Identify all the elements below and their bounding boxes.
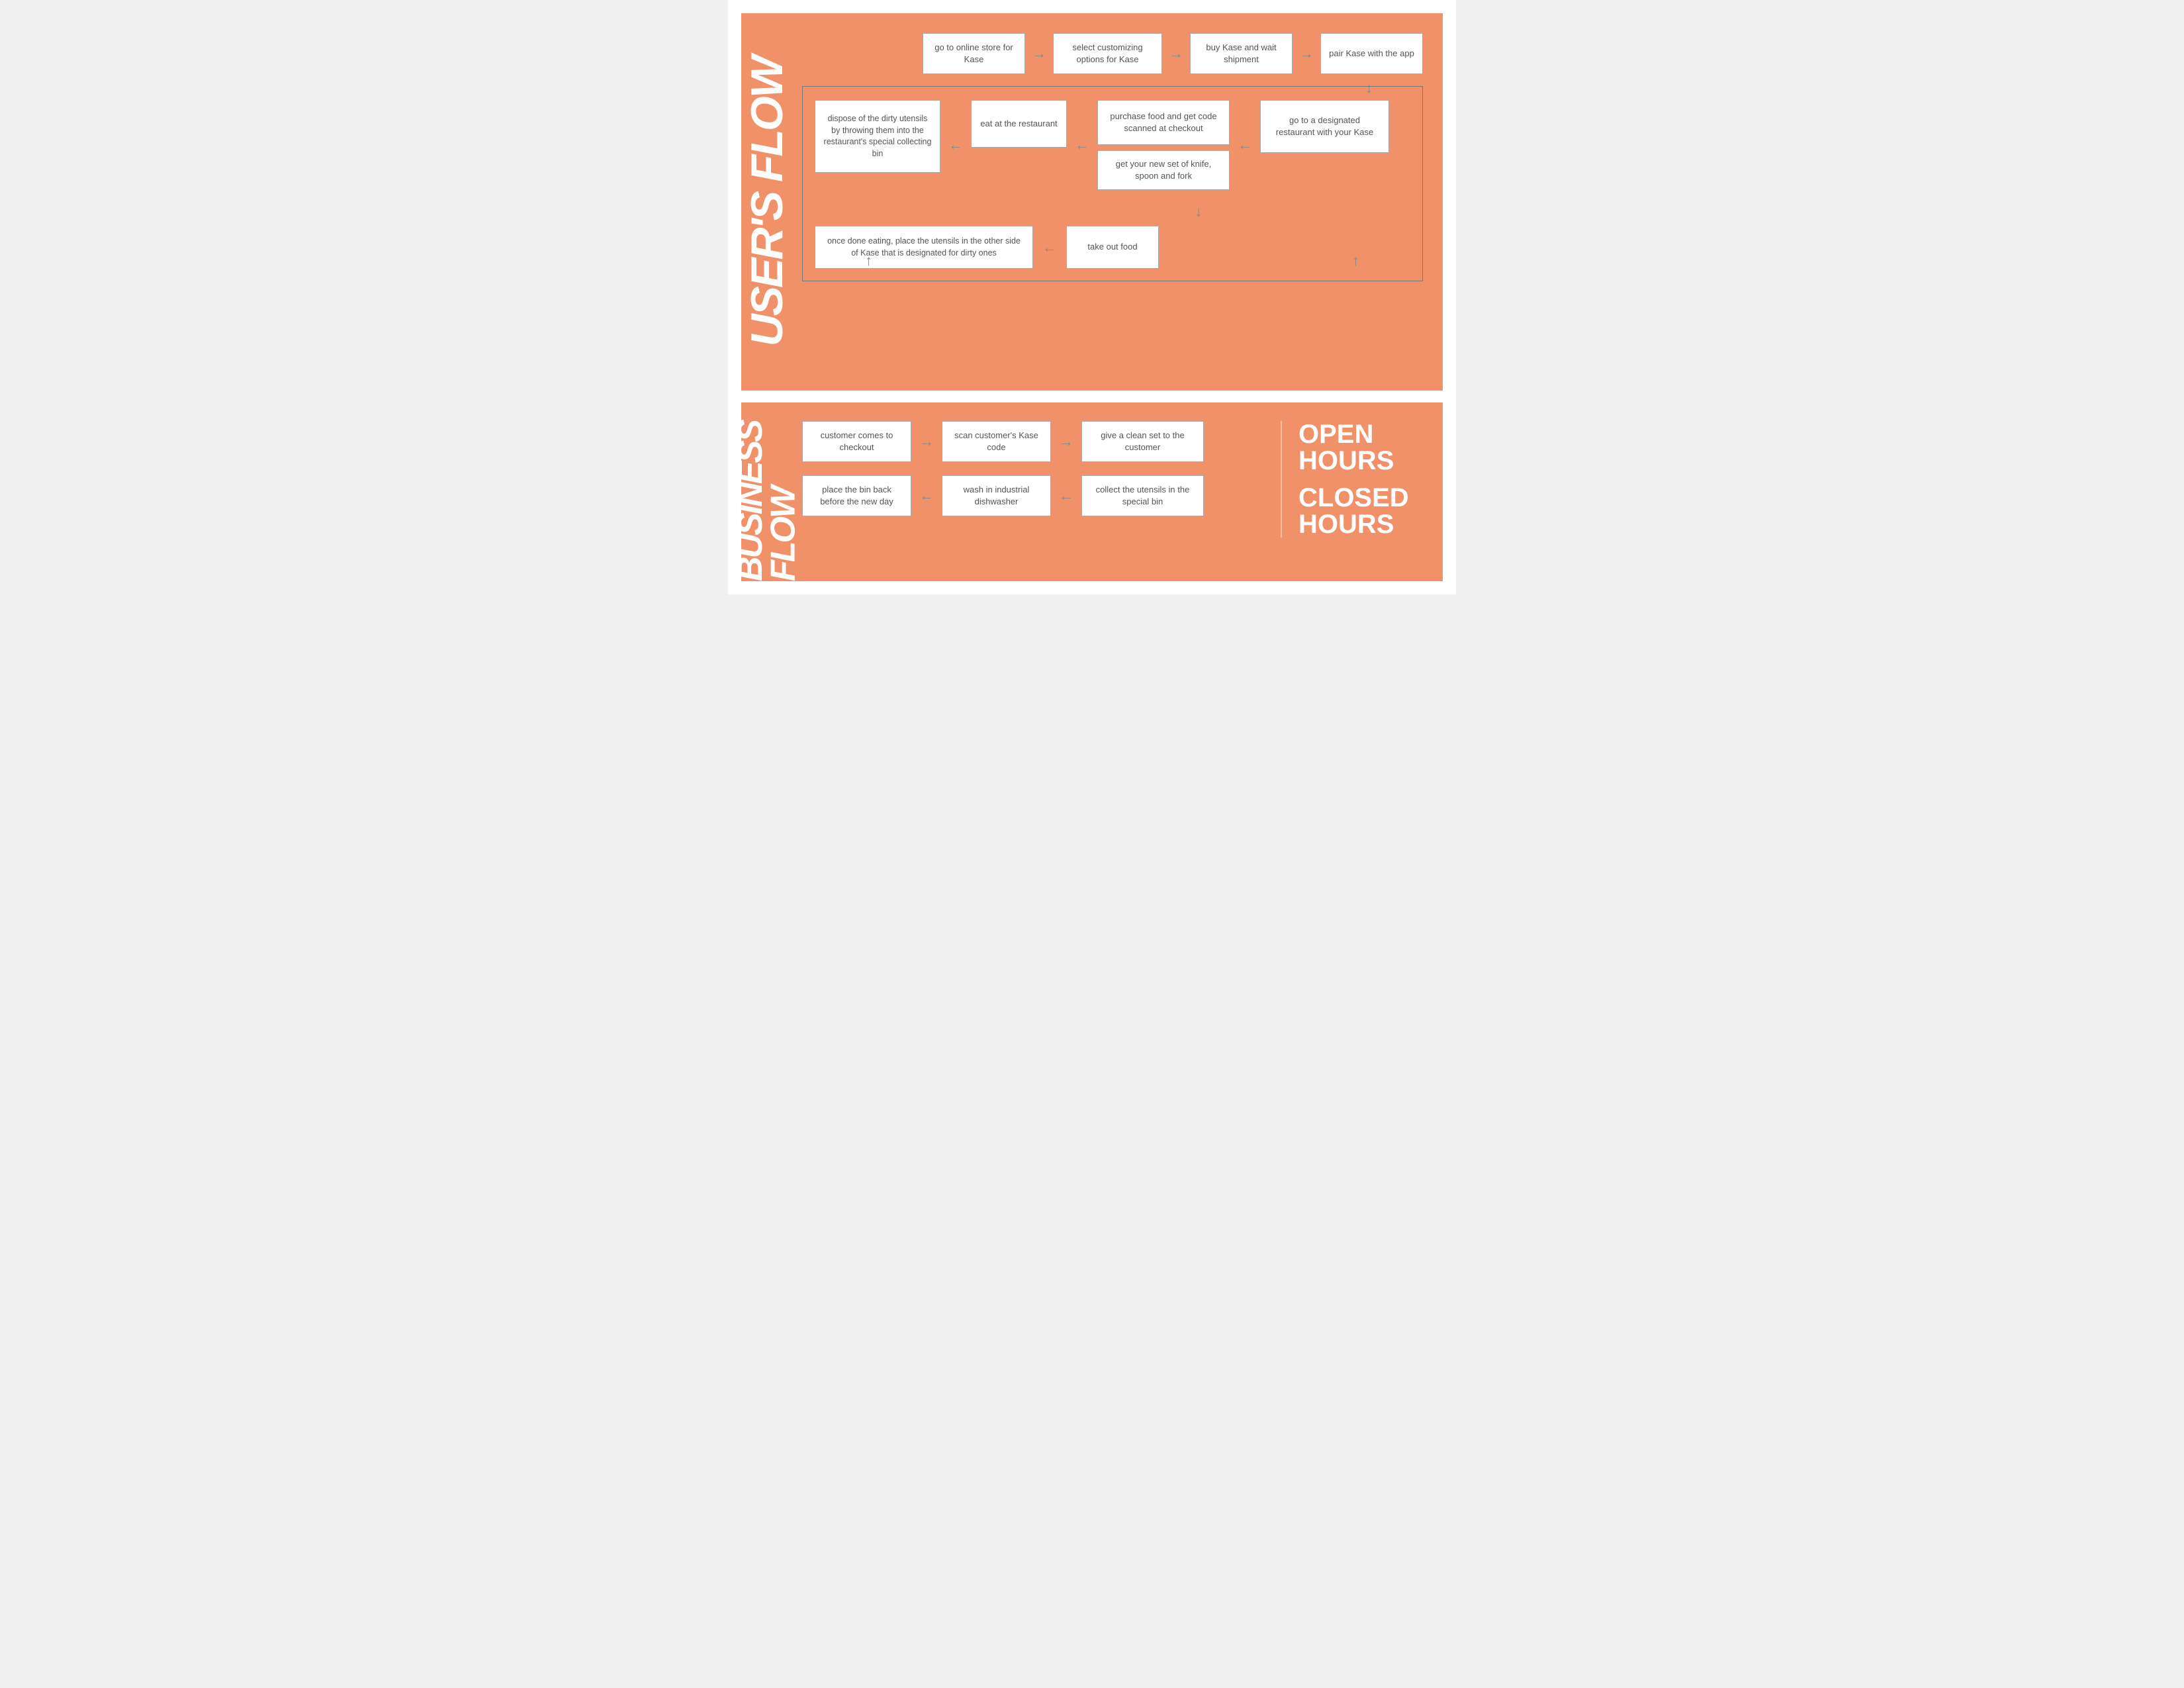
main-wrapper: USER'S FLOW go to online store for Kase …	[728, 0, 1456, 594]
box-go-restaurant: go to a designated restaurant with your …	[1260, 100, 1389, 153]
hours-section: OPEN HOURS CLOSED HOURS	[1281, 421, 1426, 538]
box-customer-checkout: customer comes to checkout	[802, 421, 911, 462]
arrow-up-right: ↑	[1352, 252, 1359, 269]
users-flow-section: USER'S FLOW go to online store for Kase …	[741, 13, 1443, 391]
arrow-right-1: →	[1025, 45, 1053, 62]
arrow-left-once-done: ←	[1033, 239, 1066, 256]
business-flow-row2: place the bin back before the new day ← …	[802, 475, 1281, 516]
arrow-right-bf1: →	[911, 433, 942, 450]
business-flow-boxes: customer comes to checkout → scan custom…	[802, 421, 1281, 538]
loop-upper-row: dispose of the dirty utensils by throwin…	[815, 100, 1410, 190]
business-flow-content: customer comes to checkout → scan custom…	[802, 421, 1426, 538]
col-purchase-getset: purchase food and get code scanned at ch…	[1097, 100, 1230, 190]
arrow-down-getset: ↓	[987, 203, 1410, 220]
arrow-left-eat: ←	[940, 136, 971, 154]
loop-rectangle: dispose of the dirty utensils by throwin…	[802, 86, 1423, 281]
box-buy-kase: buy Kase and wait shipment	[1190, 33, 1293, 74]
box-get-set: get your new set of knife, spoon and for…	[1097, 150, 1230, 190]
box-scan-kase: scan customer's Kase code	[942, 421, 1051, 462]
business-flow-section: BUSINESS FLOW customer comes to checkout…	[741, 402, 1443, 581]
box-pair-kase: pair Kase with the app	[1320, 33, 1423, 74]
business-flow-row1: customer comes to checkout → scan custom…	[802, 421, 1281, 462]
business-flow-label: BUSINESS FLOW	[741, 402, 793, 581]
box-place-bin: place the bin back before the new day	[802, 475, 911, 516]
box-wash-industrial: wash in industrial dishwasher	[942, 475, 1051, 516]
users-flow-label: USER'S FLOW	[741, 13, 793, 391]
users-flow-top-row: go to online store for Kase → select cus…	[802, 33, 1423, 74]
open-hours-label: OPEN HOURS	[1298, 421, 1426, 474]
loop-lower-row: once done eating, place the utensils in …	[815, 226, 1410, 269]
users-flow-main: ↓ dispose of the dirty utensils by throw…	[802, 86, 1423, 281]
arrow-right-3: →	[1293, 45, 1320, 62]
box-go-online: go to online store for Kase	[923, 33, 1025, 74]
closed-hours-label: CLOSED HOURS	[1298, 485, 1426, 538]
box-give-clean-set: give a clean set to the customer	[1081, 421, 1204, 462]
box-eat: eat at the restaurant	[971, 100, 1067, 148]
arrow-right-2: →	[1162, 45, 1190, 62]
box-take-out: take out food	[1066, 226, 1159, 269]
box-once-done: once done eating, place the utensils in …	[815, 226, 1033, 269]
box-select-options: select customizing options for Kase	[1053, 33, 1162, 74]
box-purchase: purchase food and get code scanned at ch…	[1097, 100, 1230, 145]
users-flow-label-text: USER'S FLOW	[746, 58, 789, 347]
arrow-left-gorestaurant: ←	[1230, 136, 1260, 154]
arrow-left-purchase: ←	[1067, 136, 1097, 154]
arrow-right-bf2: →	[1051, 433, 1081, 450]
users-flow-content: go to online store for Kase → select cus…	[802, 33, 1423, 281]
arrow-left-bf2: ←	[1051, 487, 1081, 504]
arrow-left-bf1: ←	[911, 487, 942, 504]
arrow-up-dispose: ↑	[865, 252, 872, 269]
box-collect-utensils: collect the utensils in the special bin	[1081, 475, 1204, 516]
box-dispose: dispose of the dirty utensils by throwin…	[815, 100, 940, 173]
business-flow-label-text: BUSINESS FLOW	[735, 402, 800, 581]
